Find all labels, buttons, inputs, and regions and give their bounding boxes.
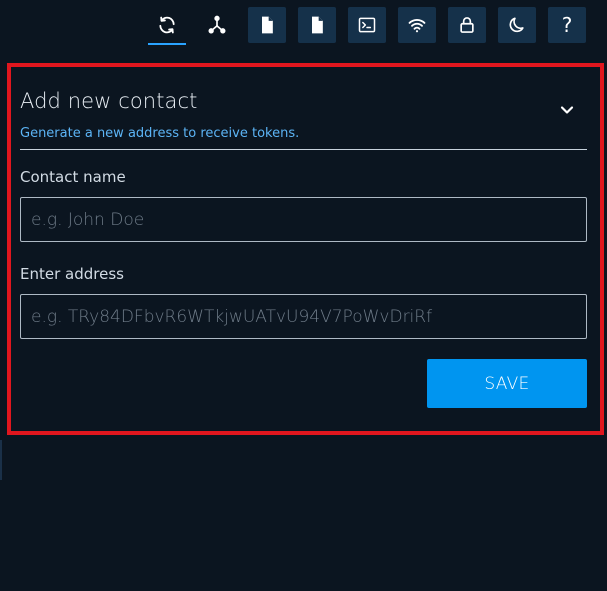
document-button[interactable] [248,7,286,43]
network-icon [207,15,227,35]
document-button-2[interactable] [298,7,336,43]
add-contact-panel: Add new contact Generate a new address t… [7,63,604,435]
wifi-button[interactable] [398,7,436,43]
wifi-icon [407,15,427,35]
help-button[interactable]: ? [548,7,586,43]
theme-toggle-button[interactable] [498,7,536,43]
save-button[interactable]: SAVE [427,359,587,408]
top-toolbar: ? [148,7,586,45]
left-edge-scroll-indicator [0,440,2,480]
document-icon [307,15,327,35]
contact-name-label: Contact name [20,168,126,186]
refresh-icon [157,15,177,35]
document-icon [257,15,277,35]
lock-icon [457,15,477,35]
address-label: Enter address [20,265,124,283]
panel-header: Add new contact Generate a new address t… [20,87,587,150]
refresh-button[interactable] [148,7,186,45]
address-input[interactable] [20,294,587,339]
contact-name-input[interactable] [20,197,587,242]
panel-title: Add new contact [20,89,198,113]
chevron-down-icon [557,100,577,120]
lock-button[interactable] [448,7,486,43]
network-button[interactable] [198,7,236,43]
terminal-icon [357,15,377,35]
help-icon: ? [561,13,573,37]
panel-subtitle: Generate a new address to receive tokens… [20,126,300,141]
collapse-toggle[interactable] [557,100,577,120]
terminal-button[interactable] [348,7,386,43]
moon-icon [507,15,527,35]
